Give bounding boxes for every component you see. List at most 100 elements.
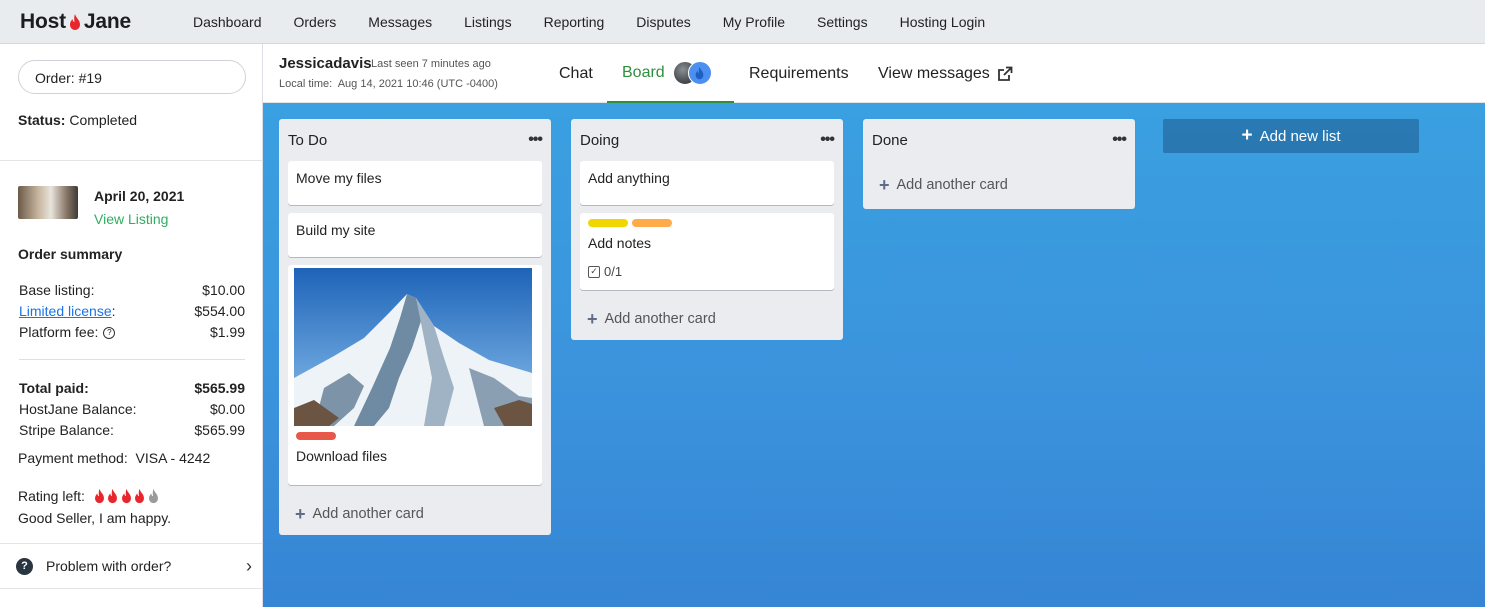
- top-nav: Host Jane Dashboard Orders Messages List…: [0, 0, 1485, 44]
- flame-filled-icon: [94, 488, 104, 504]
- add-card-label: Add another card: [604, 311, 716, 327]
- order-status: Status: Completed: [18, 112, 137, 128]
- list-header: To Do •••: [279, 119, 551, 161]
- flame-empty-icon: [148, 488, 158, 504]
- tab-requirements-label: Requirements: [749, 64, 849, 82]
- help-icon[interactable]: ?: [103, 327, 116, 340]
- rating-label: Rating left:: [18, 488, 85, 504]
- row-label: Base listing:: [19, 282, 95, 298]
- card-label-yellow[interactable]: [588, 219, 628, 227]
- list-title[interactable]: To Do: [288, 132, 327, 149]
- add-another-card-button[interactable]: + Add another card: [863, 161, 1135, 209]
- card[interactable]: Add notes ✓ 0/1: [580, 213, 834, 290]
- row-value: $554.00: [194, 303, 245, 319]
- logo-text-host: Host: [20, 10, 66, 33]
- row-value: $565.99: [194, 380, 245, 396]
- sidebar-divider: [0, 160, 263, 161]
- row-value: $0.00: [209, 401, 245, 417]
- external-link-icon: [997, 66, 1013, 81]
- flame-filled-icon: [135, 488, 145, 504]
- add-another-card-button[interactable]: + Add another card: [279, 493, 551, 535]
- mountain-image: [294, 268, 532, 426]
- flame-filled-icon: [121, 488, 131, 504]
- list-title[interactable]: Doing: [580, 132, 619, 149]
- add-new-list-button[interactable]: + Add new list: [1163, 119, 1419, 153]
- summary-row-license: Limited license: $554.00: [19, 303, 245, 319]
- tab-board[interactable]: Board: [607, 44, 734, 103]
- question-icon: ?: [16, 557, 33, 575]
- flame-logo-icon: [69, 14, 80, 30]
- nav-orders[interactable]: Orders: [294, 14, 337, 30]
- review-text: Good Seller, I am happy.: [18, 510, 172, 526]
- nav-dashboard[interactable]: Dashboard: [193, 14, 262, 30]
- tab-view-messages[interactable]: View messages: [878, 44, 1013, 103]
- listing-thumbnail[interactable]: [18, 186, 78, 219]
- order-number-pill[interactable]: Order: #19: [18, 60, 246, 94]
- hostjane-logo[interactable]: Host Jane: [20, 10, 131, 34]
- status-label: Status:: [18, 112, 66, 128]
- plus-icon: +: [879, 174, 890, 195]
- summary-row-total: Total paid: $565.99: [19, 380, 245, 396]
- nav-settings[interactable]: Settings: [817, 14, 868, 30]
- row-label: Total paid:: [19, 380, 89, 396]
- row-label: Stripe Balance:: [19, 422, 114, 438]
- summary-row-base-listing: Base listing: $10.00: [19, 282, 245, 298]
- board-avatars: [672, 60, 712, 85]
- problem-label: Problem with order?: [46, 558, 172, 574]
- card-label-orange[interactable]: [632, 219, 672, 227]
- order-date: April 20, 2021: [94, 188, 185, 204]
- view-listing-link[interactable]: View Listing: [94, 211, 168, 227]
- row-value: $1.99: [209, 324, 245, 340]
- checklist-badge: ✓ 0/1: [588, 264, 826, 279]
- list-header: Done •••: [863, 119, 1135, 161]
- nav-reporting[interactable]: Reporting: [544, 14, 605, 30]
- checkbox-icon: ✓: [588, 265, 600, 278]
- nav-listings[interactable]: Listings: [464, 14, 511, 30]
- list-title[interactable]: Done: [872, 132, 908, 149]
- add-another-card-button[interactable]: + Add another card: [571, 298, 843, 340]
- more-options-icon[interactable]: •••: [1112, 131, 1127, 149]
- row-value: $10.00: [202, 282, 245, 298]
- summary-divider: [19, 359, 245, 360]
- order-summary-title: Order summary: [18, 246, 123, 262]
- nav-messages[interactable]: Messages: [368, 14, 432, 30]
- order-header: Jessicadavis Last seen 7 minutes ago Loc…: [263, 44, 1485, 103]
- list-done: Done ••• + Add another card: [863, 119, 1135, 209]
- summary-row-stripe-balance: Stripe Balance: $565.99: [19, 422, 245, 438]
- main-nav: Dashboard Orders Messages Listings Repor…: [193, 0, 1017, 44]
- tab-chat-label: Chat: [559, 64, 593, 82]
- more-options-icon[interactable]: •••: [528, 131, 543, 149]
- nav-disputes[interactable]: Disputes: [636, 14, 690, 30]
- nav-hosting-login[interactable]: Hosting Login: [900, 14, 986, 30]
- limited-license-link[interactable]: Limited license: [19, 303, 112, 319]
- row-label: Platform fee:: [19, 324, 99, 340]
- checklist-count: 0/1: [604, 264, 623, 279]
- plus-icon: +: [295, 503, 306, 524]
- card[interactable]: Build my site: [288, 213, 542, 257]
- avatar: [687, 60, 712, 85]
- local-time-label: Local time:: [279, 78, 333, 90]
- add-list-label: Add new list: [1259, 127, 1341, 145]
- card-labels: [588, 219, 826, 235]
- card[interactable]: Move my files: [288, 161, 542, 205]
- problem-with-order-button[interactable]: ? Problem with order? ›: [0, 543, 262, 589]
- tab-chat[interactable]: Chat: [559, 44, 593, 103]
- card[interactable]: Download files: [288, 265, 542, 485]
- card[interactable]: Add anything: [580, 161, 834, 205]
- last-seen: Last seen 7 minutes ago: [371, 58, 491, 70]
- card-title: Download files: [296, 448, 388, 464]
- more-options-icon[interactable]: •••: [820, 131, 835, 149]
- nav-my-profile[interactable]: My Profile: [723, 14, 785, 30]
- list-doing: Doing ••• Add anything Add notes ✓ 0/1 +…: [571, 119, 843, 340]
- kanban-board: To Do ••• Move my files Build my site Do…: [263, 103, 1485, 607]
- logo-text-jane: Jane: [83, 10, 131, 33]
- add-card-label: Add another card: [312, 506, 424, 522]
- payment-label: Payment method:: [18, 450, 128, 466]
- tab-board-label: Board: [622, 63, 665, 81]
- tab-requirements[interactable]: Requirements: [749, 44, 849, 103]
- card-label-red[interactable]: [296, 432, 336, 440]
- seller-username[interactable]: Jessicadavis: [279, 55, 372, 72]
- payment-value: VISA - 4242: [135, 450, 211, 466]
- row-label: HostJane Balance:: [19, 401, 137, 417]
- status-value: Completed: [69, 112, 138, 128]
